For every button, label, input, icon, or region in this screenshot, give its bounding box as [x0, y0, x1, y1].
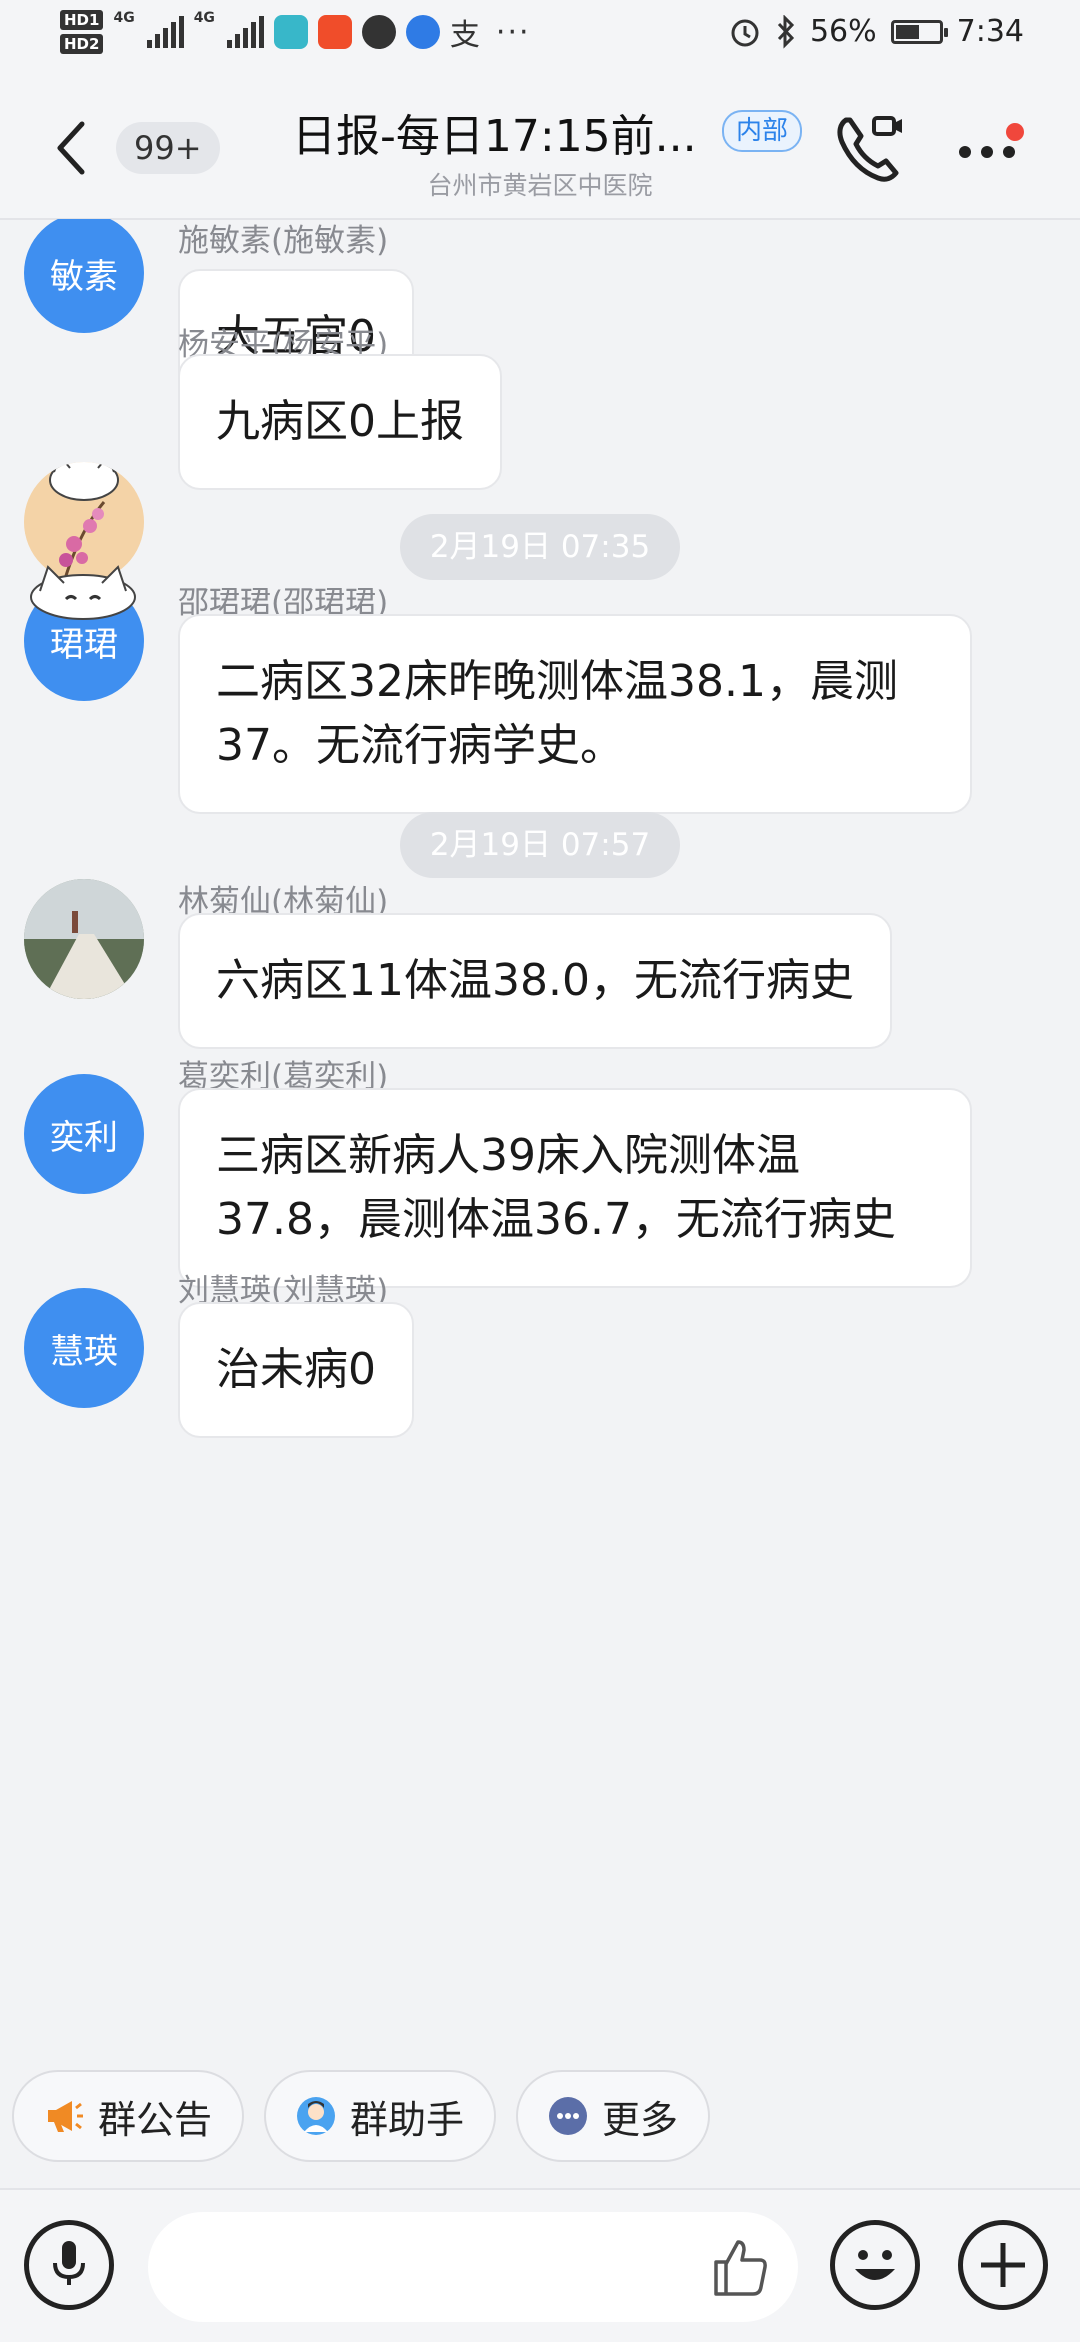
- clock: 7:34: [956, 14, 1024, 49]
- voice-button[interactable]: [24, 2220, 114, 2310]
- signal-icon-2: [226, 16, 264, 48]
- thumbs-up-icon[interactable]: [706, 2232, 776, 2302]
- status-bar: HD1 HD2 4G 4G 支 ··· 56% 7:34: [0, 0, 1080, 72]
- message-bubble[interactable]: 六病区11体温38.0，无流行病史: [178, 913, 892, 1049]
- notification-dot: [1006, 123, 1024, 141]
- signal-icon: [146, 16, 184, 48]
- message-list[interactable]: 敏素 施敏素(施敏素) 大五官0 杨安平(杨安平) 九病区0上报 2月19日 0…: [0, 219, 1080, 2053]
- more-options-icon[interactable]: [955, 122, 1035, 182]
- battery-icon: [890, 19, 948, 44]
- timestamp-pill: 2月19日 07:57: [400, 812, 680, 878]
- add-button[interactable]: [958, 2220, 1048, 2310]
- battery-percent: 56%: [809, 14, 877, 49]
- avatar-photo[interactable]: [24, 879, 144, 999]
- app-notification-icon: [273, 15, 308, 49]
- chat-title[interactable]: 日报-每日17:15前...: [292, 100, 712, 164]
- internal-tag: 内部: [722, 110, 803, 152]
- microphone-icon: [53, 2241, 85, 2285]
- message-bubble[interactable]: 九病区0上报: [178, 354, 502, 490]
- network-type-1: 4G: [113, 10, 135, 26]
- avatar[interactable]: 奕利: [24, 1074, 144, 1194]
- emoji-button[interactable]: [830, 2220, 920, 2310]
- chat-subtitle: 台州市黄岩区中医院: [427, 171, 653, 200]
- chat-header: 99+ 日报-每日17:15前... 内部 台州市黄岩区中医院: [0, 72, 1080, 220]
- avatar[interactable]: 慧瑛: [24, 1288, 144, 1408]
- message-bubble[interactable]: 治未病0: [178, 1302, 414, 1438]
- group-assistant-button[interactable]: 群助手: [264, 2070, 497, 2162]
- more-notifications-icon: ···: [495, 14, 531, 50]
- message-bubble[interactable]: 三病区新病人39床入院测体温37.8，晨测体温36.7，无流行病史: [178, 1088, 972, 1288]
- alipay-icon: 支: [449, 18, 480, 53]
- landscape-photo-avatar-icon: [24, 879, 144, 999]
- message-input[interactable]: [148, 2212, 798, 2322]
- assistant-avatar-icon: [297, 2097, 335, 2135]
- network-type-2: 4G: [193, 10, 215, 26]
- more-dots-icon: [549, 2097, 587, 2135]
- avatar[interactable]: 敏素: [24, 219, 144, 333]
- quick-actions-bar: 群公告 群助手 更多: [0, 2053, 1080, 2173]
- sender-name: 施敏素(施敏素): [178, 223, 389, 259]
- smiley-icon: [855, 2250, 895, 2280]
- cat-ears-decoration-icon: [30, 565, 136, 620]
- alarm-icon: [731, 19, 759, 46]
- hd-indicator: HD1 HD2: [60, 10, 104, 54]
- timestamp-pill: 2月19日 07:35: [400, 514, 680, 580]
- news-app-icon: [317, 15, 352, 49]
- more-actions-button[interactable]: 更多: [516, 2070, 711, 2162]
- bluetooth-icon: [777, 14, 795, 49]
- megaphone-icon: [48, 2101, 83, 2132]
- video-call-icon[interactable]: [830, 108, 910, 188]
- message-bubble[interactable]: 二病区32床昨晚测体温38.1，晨测37。无流行病学史。: [178, 614, 972, 814]
- group-announcement-button[interactable]: 群公告: [12, 2070, 245, 2162]
- send-app-icon: [361, 15, 396, 49]
- plus-icon: [981, 2243, 1025, 2287]
- app-icon: [405, 15, 440, 49]
- input-bar: [0, 2188, 1080, 2342]
